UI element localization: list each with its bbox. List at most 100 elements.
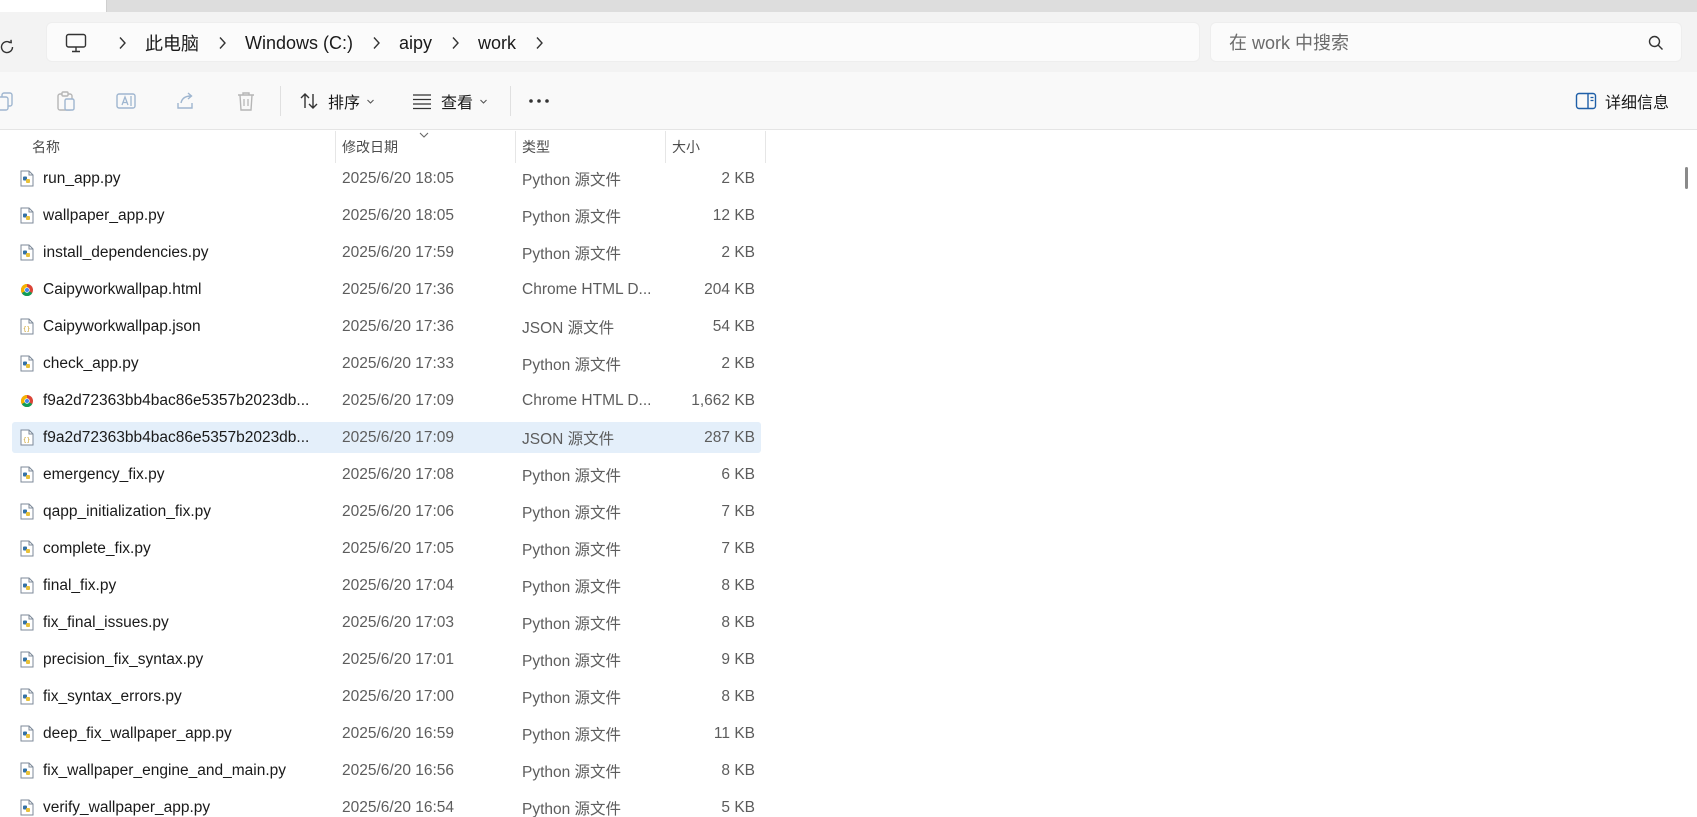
file-type: Python 源文件	[522, 208, 622, 226]
file-type: Python 源文件	[522, 726, 622, 744]
column-header-type[interactable]: 类型	[522, 131, 550, 163]
file-size: 12 KB	[712, 206, 755, 224]
breadcrumb-item-this-pc[interactable]: 此电脑	[139, 30, 205, 56]
file-row[interactable]: deep_fix_wallpaper_app.py 2025/6/20 16:59…	[12, 718, 761, 749]
view-button[interactable]: 查看	[411, 85, 488, 117]
file-row[interactable]: {} Caipyworkwallpap.json 2025/6/20 17:36 JS…	[12, 311, 761, 342]
search-icon[interactable]	[1647, 34, 1665, 52]
column-header-size[interactable]: 大小	[672, 131, 700, 163]
file-row[interactable]: check_app.py 2025/6/20 17:33 Python 源文件 2 K…	[12, 348, 761, 379]
chrome-html-icon	[19, 274, 35, 305]
scrollbar-thumb[interactable]	[1685, 167, 1688, 189]
chevron-right-icon[interactable]	[359, 36, 393, 50]
sort-button[interactable]: 排序	[298, 85, 375, 117]
file-row[interactable]: f9a2d72363bb4bac86e5357b2023db... 2025/6/…	[12, 385, 761, 416]
file-row[interactable]: install_dependencies.py 2025/6/20 17:59 Py…	[12, 237, 761, 268]
file-row[interactable]: verify_wallpaper_app.py 2025/6/20 16:54 Py…	[12, 792, 761, 817]
file-name: f9a2d72363bb4bac86e5357b2023db...	[43, 391, 310, 409]
file-row[interactable]: qapp_initialization_fix.py 2025/6/20 17:0…	[12, 496, 761, 527]
file-row[interactable]: precision_fix_syntax.py 2025/6/20 17:01 Py…	[12, 644, 761, 675]
breadcrumb-item-windows-c[interactable]: Windows (C:)	[239, 33, 359, 54]
chevron-right-icon[interactable]	[205, 36, 239, 50]
file-row[interactable]: {} f9a2d72363bb4bac86e5357b2023db... 2025/…	[12, 422, 761, 453]
details-pane-button[interactable]: 详细信息	[1575, 85, 1669, 117]
file-row[interactable]: fix_wallpaper_engine_and_main.py 2025/6/2…	[12, 755, 761, 786]
file-row[interactable]: fix_final_issues.py 2025/6/20 17:03 Python…	[12, 607, 761, 638]
file-size: 7 KB	[721, 539, 755, 557]
file-type: Python 源文件	[522, 541, 622, 559]
python-file-icon	[19, 792, 35, 817]
file-row[interactable]: fix_syntax_errors.py 2025/6/20 17:00 Pytho…	[12, 681, 761, 712]
file-type: Python 源文件	[522, 504, 622, 522]
file-modified-date: 2025/6/20 16:59	[342, 724, 455, 742]
file-name: qapp_initialization_fix.py	[43, 502, 212, 520]
column-header-name[interactable]: 名称	[32, 131, 60, 163]
file-name: run_app.py	[43, 169, 121, 187]
file-size: 8 KB	[721, 761, 755, 779]
share-icon[interactable]	[174, 89, 198, 113]
file-size: 2 KB	[721, 354, 755, 372]
python-file-icon	[19, 348, 35, 379]
svg-text:{}: {}	[23, 437, 30, 444]
file-list: run_app.py 2025/6/20 18:05 Python 源文件 2 KB w…	[0, 163, 1690, 817]
file-row[interactable]: emergency_fix.py 2025/6/20 17:08 Python 源文…	[12, 459, 761, 490]
json-file-icon: {}	[19, 311, 35, 342]
column-divider[interactable]	[765, 131, 766, 163]
file-size: 7 KB	[721, 502, 755, 520]
file-row[interactable]: run_app.py 2025/6/20 18:05 Python 源文件 2 KB	[12, 163, 761, 194]
file-name: emergency_fix.py	[43, 465, 165, 483]
paste-icon[interactable]	[54, 89, 78, 113]
sort-descending-icon	[419, 132, 429, 138]
file-name: deep_fix_wallpaper_app.py	[43, 724, 232, 742]
file-type: Python 源文件	[522, 356, 622, 374]
json-file-icon: {}	[19, 422, 35, 453]
more-options-icon[interactable]	[526, 92, 552, 110]
search-input[interactable]	[1227, 29, 1627, 57]
svg-text:{}: {}	[23, 326, 30, 333]
column-header-date[interactable]: 修改日期	[342, 131, 398, 163]
file-name: fix_wallpaper_engine_and_main.py	[43, 761, 287, 779]
chevron-right-icon[interactable]	[438, 36, 472, 50]
column-divider[interactable]	[335, 131, 336, 163]
copy-icon[interactable]	[0, 89, 18, 113]
file-size: 6 KB	[721, 465, 755, 483]
search-box	[1210, 22, 1682, 62]
file-size: 11 KB	[713, 724, 755, 742]
delete-icon[interactable]	[234, 89, 258, 113]
details-label: 详细信息	[1604, 95, 1669, 112]
chevron-right-icon[interactable]	[105, 36, 139, 50]
file-modified-date: 2025/6/20 17:09	[342, 391, 455, 409]
file-size: 8 KB	[721, 613, 755, 631]
breadcrumb: 此电脑 Windows (C:) aipy work	[105, 23, 556, 63]
python-file-icon	[19, 755, 35, 786]
column-divider[interactable]	[515, 131, 516, 163]
file-modified-date: 2025/6/20 18:05	[342, 169, 455, 187]
divider	[280, 86, 281, 116]
file-size: 5 KB	[721, 798, 755, 816]
file-modified-date: 2025/6/20 17:05	[342, 539, 455, 557]
file-type: Python 源文件	[522, 689, 622, 707]
file-name: verify_wallpaper_app.py	[43, 798, 211, 816]
view-icon	[413, 94, 431, 110]
file-type: Python 源文件	[522, 800, 622, 817]
file-row[interactable]: complete_fix.py 2025/6/20 17:05 Python 源文件…	[12, 533, 761, 564]
refresh-icon	[0, 39, 14, 54]
file-modified-date: 2025/6/20 17:01	[342, 650, 455, 668]
refresh-button[interactable]	[0, 32, 22, 62]
file-size: 204 KB	[704, 280, 755, 298]
file-name: Caipyworkwallpap.html	[43, 280, 202, 298]
rename-icon[interactable]	[114, 89, 138, 113]
chevron-down-icon	[367, 99, 374, 104]
file-row[interactable]: final_fix.py 2025/6/20 17:04 Python 源文件 8 K…	[12, 570, 761, 601]
address-bar[interactable]: 此电脑 Windows (C:) aipy work	[46, 22, 1200, 62]
column-divider[interactable]	[665, 131, 666, 163]
tab-bar[interactable]	[106, 0, 1697, 12]
python-file-icon	[19, 496, 35, 527]
breadcrumb-item-aipy[interactable]: aipy	[393, 33, 438, 54]
file-row[interactable]: Caipyworkwallpap.html 2025/6/20 17:36 Chro…	[12, 274, 761, 305]
file-row[interactable]: wallpaper_app.py 2025/6/20 18:05 Python 源文…	[12, 200, 761, 231]
breadcrumb-item-work[interactable]: work	[472, 33, 522, 54]
file-type: Chrome HTML D...	[522, 391, 652, 409]
file-size: 54 KB	[712, 317, 755, 335]
chevron-right-icon[interactable]	[522, 36, 556, 50]
